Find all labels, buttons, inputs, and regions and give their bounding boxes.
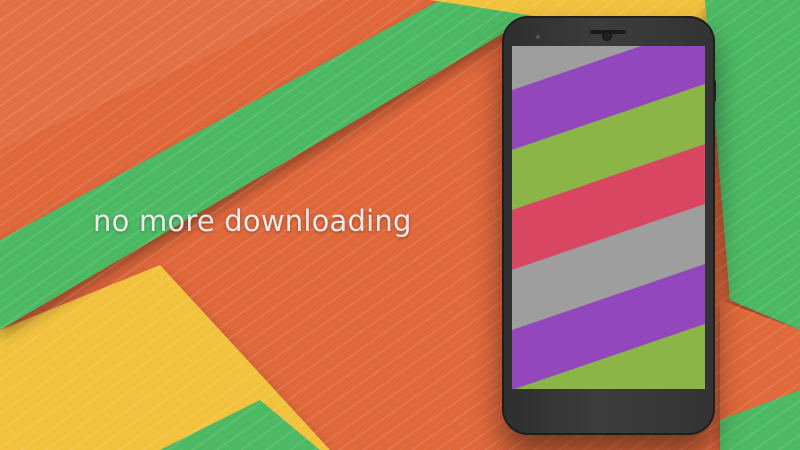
wallpaper-scene: no more downloading [0,0,800,450]
tagline-text: no more downloading [93,204,412,238]
phone-device [502,16,715,435]
front-camera-icon [603,32,611,40]
screen-wallpaper [512,46,705,389]
proximity-sensor [536,35,540,39]
phone-screen [512,46,705,389]
